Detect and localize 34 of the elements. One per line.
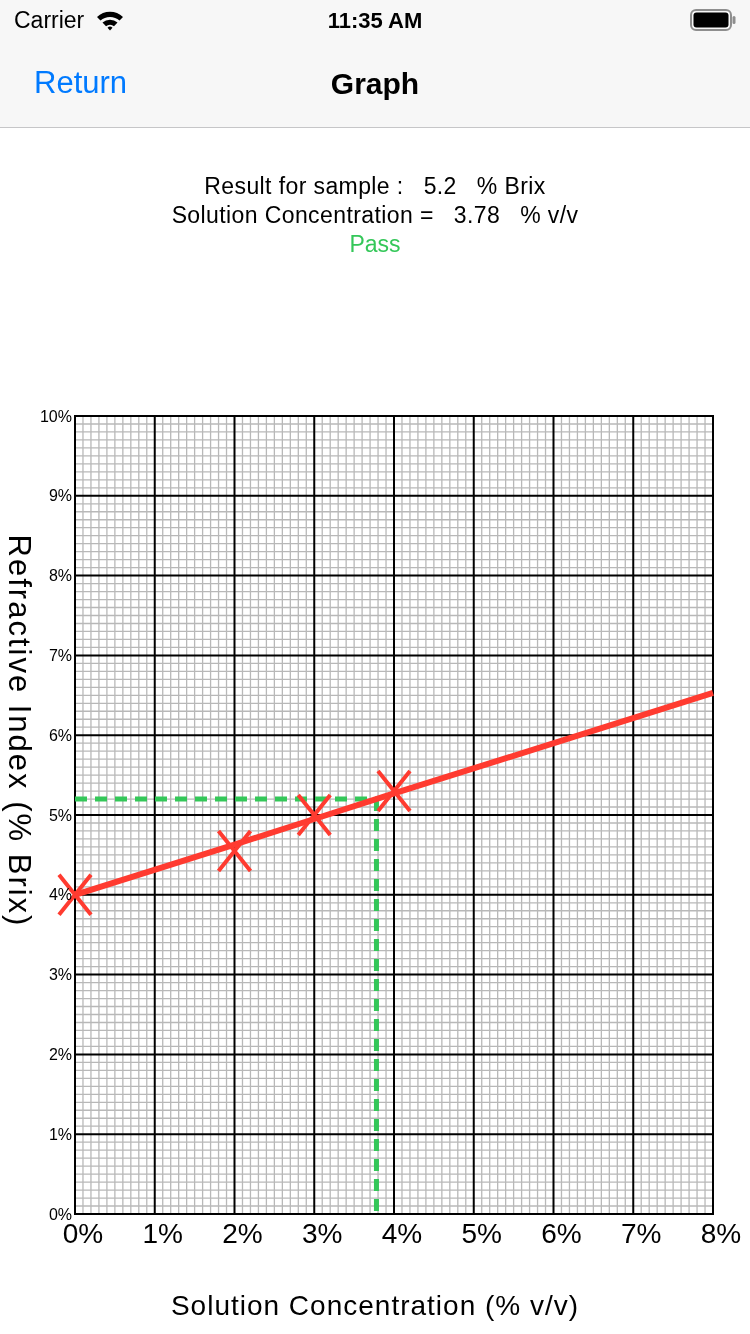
y-tick-label: 10%: [39, 407, 72, 425]
y-tick-label: 5%: [48, 806, 72, 824]
y-tick-label: 4%: [48, 886, 72, 904]
carrier-name: Carrier: [14, 5, 85, 35]
x-tick-label: 5%: [461, 1218, 502, 1249]
return-button[interactable]: Return: [34, 60, 128, 107]
result-value: 5.2: [423, 172, 457, 201]
battery-icon: [690, 9, 736, 31]
result-value: 3.78: [453, 201, 501, 230]
y-tick-label: 2%: [48, 1045, 72, 1063]
x-tick-label: 6%: [541, 1218, 582, 1249]
y-tick-label: 8%: [48, 567, 72, 585]
x-tick-label: 4%: [381, 1218, 423, 1249]
y-axis-title: Refractive Index (% Brix): [1, 534, 37, 928]
y-tick-label: 7%: [48, 646, 72, 664]
x-tick-label: 7%: [621, 1218, 662, 1249]
x-tick-label: 1%: [142, 1218, 183, 1249]
x-axis-title: Solution Concentration (% v/v): [170, 1290, 580, 1321]
result-unit: % v/v: [520, 201, 579, 230]
page-title: Graph: [330, 66, 420, 102]
result-label: Solution Concentration =: [171, 201, 434, 230]
y-tick-label: 9%: [48, 487, 72, 505]
verdict-text: Pass: [349, 230, 401, 259]
result-label: Result for sample :: [204, 172, 404, 201]
x-tick-label: 8%: [700, 1218, 742, 1249]
status-time: 11:35 AM: [327, 6, 423, 35]
y-tick-label: 6%: [48, 726, 72, 744]
x-tick-label: 2%: [222, 1218, 263, 1249]
x-tick-label: 3%: [302, 1218, 343, 1249]
y-tick-label: 3%: [48, 966, 72, 984]
y-tick-label: 0%: [48, 1205, 72, 1223]
wifi-icon: [96, 9, 125, 31]
result-unit: % Brix: [476, 172, 546, 201]
y-tick-label: 1%: [48, 1125, 72, 1143]
